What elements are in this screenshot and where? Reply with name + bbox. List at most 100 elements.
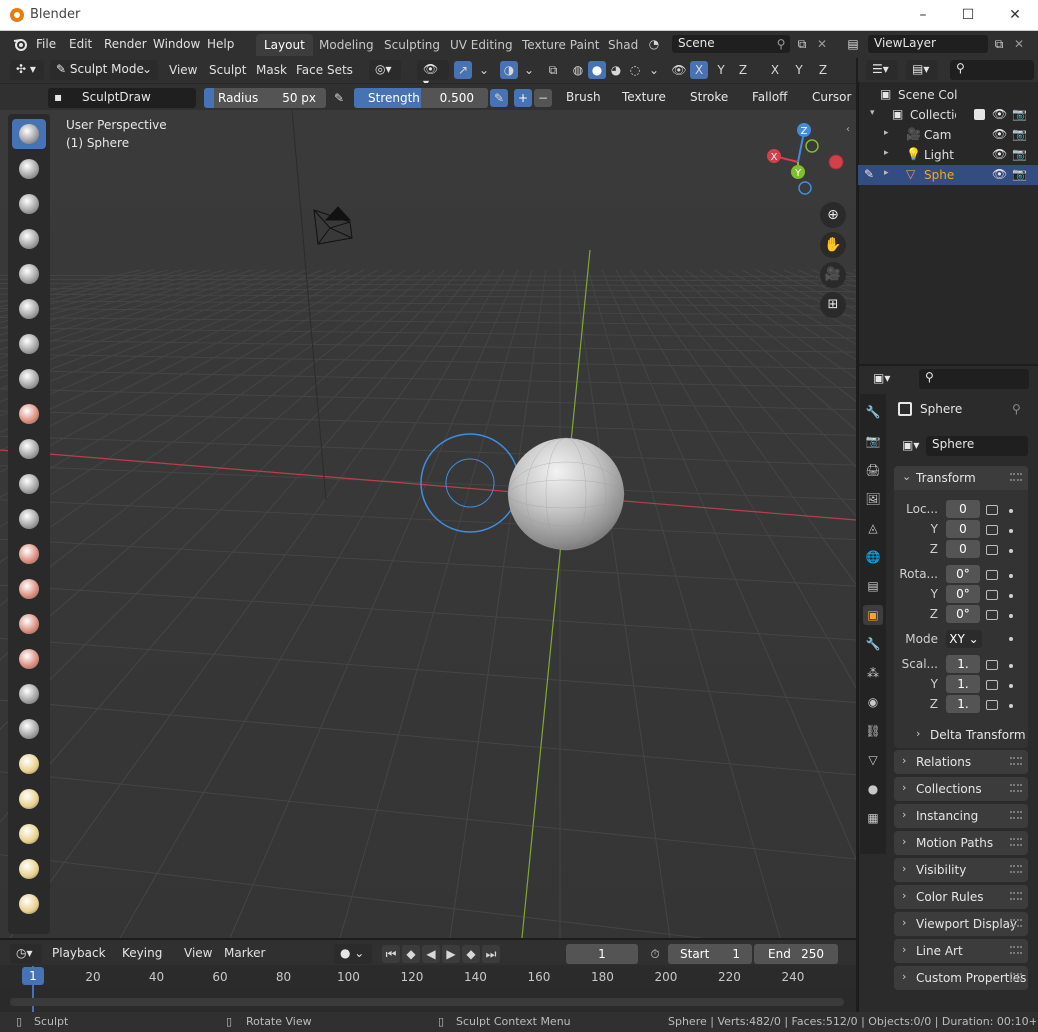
sidebar-toggle-icon[interactable]: ‹ [846,124,850,135]
drag-grip-icon[interactable] [1010,946,1022,954]
tool-snake-hook-button[interactable] [12,714,46,744]
delta-transform-subpanel[interactable]: Delta Transform [930,728,1026,742]
brush-selector[interactable]: ▪ SculptDraw [48,88,196,108]
panel-collections[interactable]: › Collections [894,777,1028,801]
tool-smooth-button[interactable] [12,434,46,464]
texture-menu[interactable]: Texture ⌄ [616,88,678,118]
overlay-dropdown-icon[interactable]: ⌄ [520,61,538,79]
drag-grip-icon[interactable] [1010,784,1022,792]
viewport-menu-sculpt[interactable]: Sculpt [209,63,246,77]
strength-slider[interactable]: Strength 0.500 [354,88,488,108]
pan-hand-icon[interactable]: ✋ [820,232,846,258]
solid-shading-icon[interactable]: ● [588,61,606,79]
visibility-eye-icon[interactable]: 👁 [992,147,1007,161]
outliner-row[interactable]: ▸ 🎥 Cam 👁 📷 [858,125,1038,145]
radius-slider[interactable]: Radius 50 px [204,88,326,108]
new-view-layer-icon[interactable]: ⧉ [990,35,1008,53]
rendered-shading-icon[interactable]: ◌ [626,61,644,79]
transform-panel-header[interactable]: ⌄ Transform [894,466,1028,490]
constraints-tab-icon[interactable]: ⛓ [863,721,883,741]
lock-x-toggle[interactable]: X [766,61,784,79]
expand-right-icon[interactable]: ▸ [884,168,889,178]
playhead-frame-label[interactable]: 1 [22,967,44,985]
lock-icon[interactable] [986,660,998,670]
drag-grip-icon[interactable] [1010,919,1022,927]
lock-icon[interactable] [986,590,998,600]
lock-y-toggle[interactable]: Y [790,61,808,79]
outliner-display-mode[interactable]: ▤▾ [906,60,938,80]
object-data-tab-icon[interactable]: ▽ [863,750,883,770]
object-tab-icon[interactable]: ▣ [863,605,883,625]
menu-window[interactable]: Window [153,37,200,51]
keyframe-dot-icon[interactable] [1009,509,1013,513]
tool-layer-button[interactable] [12,294,46,324]
tab-modeling[interactable]: Modeling [311,34,382,56]
pin-icon[interactable]: ⚲ [1012,402,1021,416]
tool-nudge-button[interactable] [12,819,46,849]
rotation-x-field[interactable]: 0° [946,565,980,583]
material-shading-icon[interactable]: ◕ [607,61,625,79]
symmetry-x-toggle[interactable]: X [690,61,708,79]
collection-tab-icon[interactable]: ▤ [863,576,883,596]
exclude-checkbox[interactable] [974,109,985,120]
panel-visibility[interactable]: › Visibility [894,858,1028,882]
tool-fill-button[interactable] [12,504,46,534]
tab-uv-editing[interactable]: UV Editing [442,34,521,56]
lock-icon[interactable] [986,505,998,515]
keyframe-dot-icon[interactable] [1009,594,1013,598]
view-layer-tab-icon[interactable]: 🖼 [863,489,883,509]
camera-view-icon[interactable]: 🎥 [820,262,846,288]
jump-end-icon[interactable]: ⏭ [482,945,500,963]
render-camera-icon[interactable]: 📷 [1012,107,1027,121]
keyframe-dot-icon[interactable] [1009,664,1013,668]
jump-start-icon[interactable]: ⏮ [382,945,400,963]
panel-relations[interactable]: › Relations [894,750,1028,774]
tool-grab-button[interactable] [12,644,46,674]
viewport-menu-view[interactable]: View [169,63,197,77]
menu-render[interactable]: Render [104,37,147,51]
keyframe-dot-icon[interactable] [1009,637,1013,641]
lock-icon[interactable] [986,610,998,620]
tool-clay-thumb-button[interactable] [12,259,46,289]
tool-blob-button[interactable] [12,364,46,394]
pin-icon[interactable]: ⚲ [772,35,790,53]
location-x-field[interactable]: 0 [946,500,980,518]
tab-layout[interactable]: Layout [256,34,313,56]
scale-x-field[interactable]: 1. [946,655,980,673]
minimize-button[interactable]: – [910,5,936,25]
lock-icon[interactable] [986,680,998,690]
delete-scene-icon[interactable]: ✕ [813,35,831,53]
tool-clay-button[interactable] [12,189,46,219]
properties-search-field[interactable]: ⚲ [919,369,1029,389]
keyframe-dot-icon[interactable] [1009,574,1013,578]
tool-clay-strips-button[interactable] [12,224,46,254]
cursor-menu[interactable]: Cursor ⌄ [806,88,856,108]
strength-pressure-icon[interactable]: ✎ [490,89,508,107]
visibility-dropdown[interactable]: 👁▾ [417,60,449,90]
viewport-menu-face-sets[interactable]: Face Sets [296,63,353,77]
keying-menu[interactable]: Keying ⌄ [116,944,176,974]
keyframe-dot-icon[interactable] [1009,529,1013,533]
scale-z-field[interactable]: 1. [946,695,980,713]
editor-type-dropdown[interactable]: ✣ ▾ [10,60,44,80]
blender-menu-icon[interactable] [12,36,28,52]
tool-settings-tab-icon[interactable]: 🔧 [863,402,883,422]
navigation-gizmo[interactable]: Z X Y [760,118,850,208]
auto-keying-toggle[interactable]: ● ⌄ [334,944,372,964]
timeline-editor-type[interactable]: ◷▾ [10,944,42,964]
world-tab-icon[interactable]: 🌐 [863,547,883,567]
perspective-toggle-icon[interactable]: ⊞ [820,292,846,318]
outliner-row[interactable]: ▸ 💡 Light 👁 📷 [858,145,1038,165]
playback-menu[interactable]: Playback ⌄ [46,944,114,974]
render-tab-icon[interactable]: 📷 [863,431,883,451]
tab-texture-paint[interactable]: Texture Paint [514,34,607,56]
lock-icon[interactable] [986,700,998,710]
play-reverse-icon[interactable]: ◀ [422,945,440,963]
gizmo-dropdown-icon[interactable]: ⌄ [475,61,493,79]
tool-crease-button[interactable] [12,399,46,429]
tool-elastic-deform-button[interactable] [12,679,46,709]
render-camera-icon[interactable]: 📷 [1012,127,1027,141]
symmetry-z-toggle[interactable]: Z [734,61,752,79]
new-scene-icon[interactable]: ⧉ [793,35,811,53]
tool-flatten-button[interactable] [12,469,46,499]
